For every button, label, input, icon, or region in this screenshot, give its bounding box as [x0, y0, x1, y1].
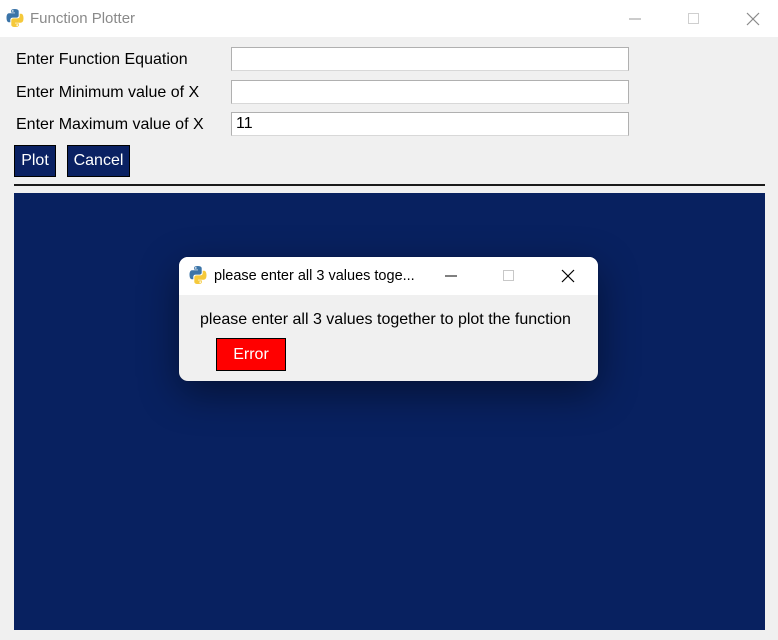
error-button[interactable]: Error	[216, 338, 286, 371]
maximize-icon	[503, 270, 514, 281]
error-dialog: please enter all 3 values toge... please…	[179, 257, 598, 381]
minimize-button[interactable]	[606, 0, 664, 37]
minimize-icon	[629, 18, 641, 19]
minimize-icon	[445, 275, 457, 277]
close-icon	[561, 269, 575, 283]
title-bar: Function Plotter	[0, 0, 778, 37]
python-icon	[6, 9, 24, 27]
dialog-minimize-button[interactable]	[422, 257, 480, 295]
python-icon	[189, 266, 207, 284]
max-x-label: Enter Maximum value of X	[16, 116, 204, 133]
close-button[interactable]	[724, 0, 778, 37]
plot-button[interactable]: Plot	[14, 145, 56, 177]
dialog-title: please enter all 3 values toge...	[214, 268, 415, 284]
equation-label: Enter Function Equation	[16, 51, 188, 68]
cancel-button[interactable]: Cancel	[67, 145, 130, 177]
dialog-maximize-button[interactable]	[480, 257, 538, 295]
min-x-input[interactable]	[231, 80, 629, 104]
max-x-input[interactable]	[231, 112, 629, 136]
maximize-button[interactable]	[665, 0, 723, 37]
equation-input[interactable]	[231, 47, 629, 71]
close-icon	[746, 12, 760, 25]
dialog-title-bar: please enter all 3 values toge...	[179, 257, 598, 295]
min-x-label: Enter Minimum value of X	[16, 84, 200, 101]
dialog-message: please enter all 3 values together to pl…	[200, 311, 571, 328]
dialog-close-button[interactable]	[538, 257, 598, 295]
window-title: Function Plotter	[30, 10, 136, 27]
maximize-icon	[688, 12, 699, 24]
separator	[14, 184, 765, 186]
